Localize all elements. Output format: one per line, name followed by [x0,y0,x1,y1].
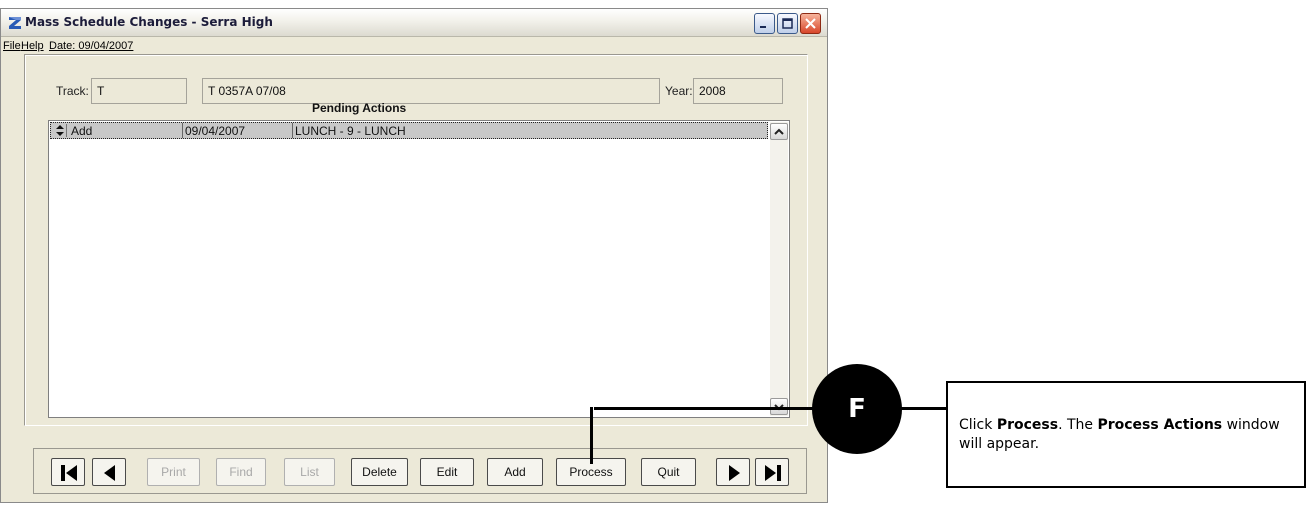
maximize-icon [782,18,793,29]
step-badge: F [812,364,902,454]
menu-help[interactable]: Help [21,40,44,52]
track-description-field[interactable]: T 0357A 07/08 [202,78,660,104]
scroll-up-button[interactable] [770,123,788,140]
vertical-scrollbar[interactable] [770,122,788,416]
table-row[interactable]: Add 09/04/2007 LUNCH - 9 - LUNCH [50,122,768,139]
minimize-button[interactable] [754,13,775,34]
note-bold-1: Process [996,417,1059,433]
menu-date-label: Date: 09/04/2007 [49,40,134,52]
quit-button[interactable]: Quit [641,458,696,486]
find-button[interactable]: Find [216,458,266,486]
delete-button[interactable]: Delete [351,458,408,486]
column-divider [182,123,183,138]
column-divider [292,123,293,138]
row-date: 09/04/2007 [185,124,246,138]
pending-actions-title: Pending Actions [312,101,407,115]
list-button[interactable]: List [284,458,335,486]
row-description: LUNCH - 9 - LUNCH [295,124,406,138]
edit-button[interactable]: Edit [420,458,474,486]
close-icon [805,18,816,29]
minimize-icon [760,26,766,28]
next-record-icon [729,465,740,481]
first-record-icon [61,465,77,481]
menu-file[interactable]: File [3,40,21,52]
next-record-button[interactable] [716,458,750,486]
window-title: Mass Schedule Changes - Serra High [25,15,273,29]
note-text-1: Click [959,417,997,433]
track-label: Track: [56,84,89,98]
first-record-button[interactable] [51,458,85,486]
previous-record-icon [104,465,115,481]
track-field[interactable]: T [91,78,187,104]
title-bar[interactable]: Mass Schedule Changes - Serra High [1,9,827,37]
callout-connector [590,407,593,464]
add-button[interactable]: Add [487,458,543,486]
maximize-button[interactable] [777,13,798,34]
menu-date[interactable]: Date: 09/04/2007 [49,40,133,52]
last-record-icon [765,465,781,481]
close-button[interactable] [800,13,821,34]
sort-toggle-icon [56,124,67,137]
note-text-2: . The [1058,417,1098,433]
instruction-note: Click Process. The Process Actions windo… [946,381,1306,488]
last-record-button[interactable] [755,458,789,486]
year-label: Year: [665,84,693,98]
pending-actions-list[interactable]: Add 09/04/2007 LUNCH - 9 - LUNCH [48,120,790,418]
year-field[interactable]: 2008 [693,78,783,104]
print-button[interactable]: Print [147,458,200,486]
menu-help-label: Help [21,40,44,52]
app-logo-icon [9,17,21,29]
previous-record-button[interactable] [92,458,126,486]
callout-connector [594,407,814,410]
scroll-up-icon [774,128,784,135]
menu-file-label: File [3,40,21,52]
note-bold-2: Process Actions [1097,417,1223,433]
row-action: Add [71,124,93,138]
callout-connector [900,407,946,410]
